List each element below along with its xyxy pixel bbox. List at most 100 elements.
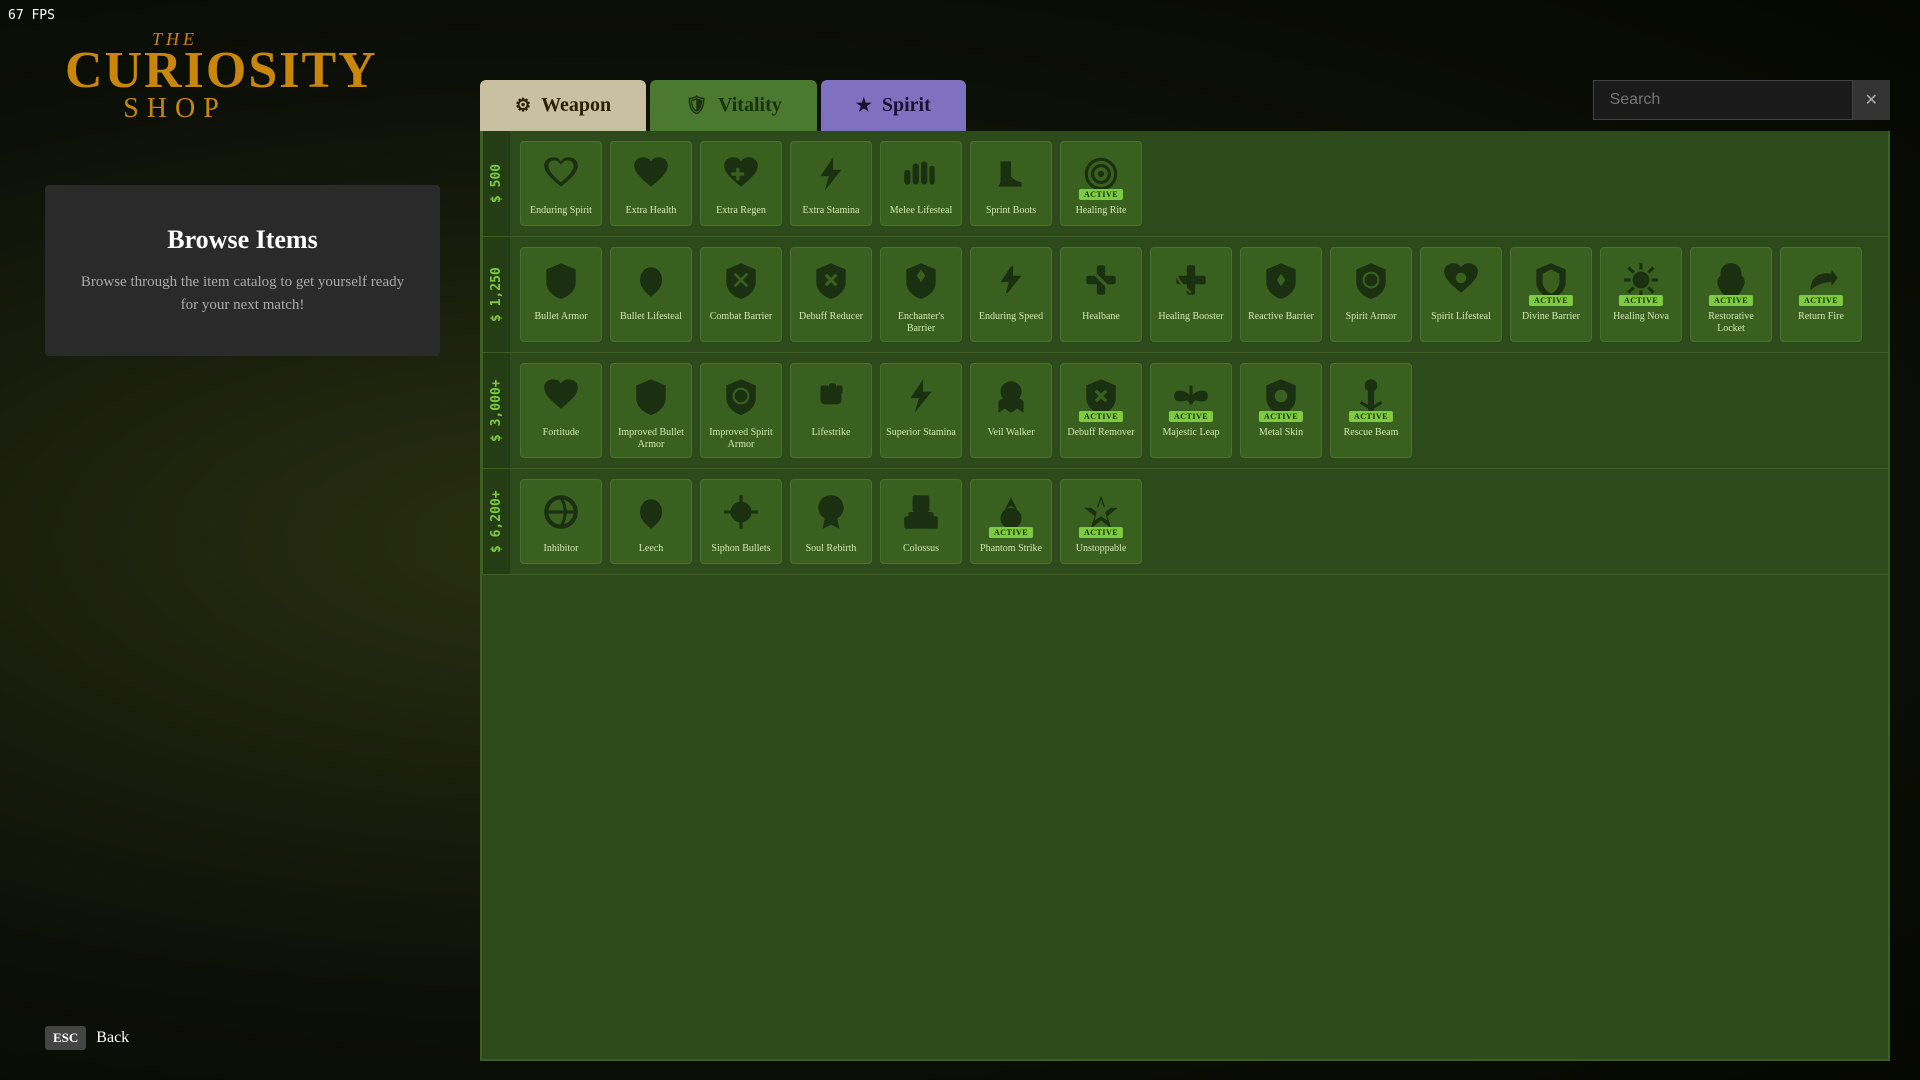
item-name: Enduring Speed bbox=[979, 311, 1043, 323]
item-card[interactable]: Lifestrike bbox=[790, 363, 872, 458]
item-name: Debuff Reducer bbox=[799, 311, 863, 323]
item-icon-area bbox=[715, 148, 767, 200]
item-card[interactable]: Colossus bbox=[880, 479, 962, 564]
item-card[interactable]: ACTIVERescue Beam bbox=[1330, 363, 1412, 458]
item-icon-area bbox=[895, 254, 947, 306]
price-row-1: $ 1,250Bullet ArmorBullet LifestealComba… bbox=[482, 237, 1888, 353]
item-name: Healing Rite bbox=[1076, 205, 1127, 217]
weapon-tab-icon: ⚙ bbox=[515, 95, 531, 116]
item-icon-area bbox=[895, 370, 947, 422]
item-card[interactable]: Spirit Lifesteal bbox=[1420, 247, 1502, 342]
browse-panel: Browse Items Browse through the item cat… bbox=[45, 185, 440, 356]
item-card[interactable]: Combat Barrier bbox=[700, 247, 782, 342]
item-card[interactable]: Bullet Lifesteal bbox=[610, 247, 692, 342]
item-icon-area bbox=[895, 148, 947, 200]
item-card[interactable]: Improved Bullet Armor bbox=[610, 363, 692, 458]
item-card[interactable]: Improved Spirit Armor bbox=[700, 363, 782, 458]
item-icon-area bbox=[1075, 254, 1127, 306]
item-name: Enchanter's Barrier bbox=[885, 311, 957, 335]
item-name: Spirit Armor bbox=[1346, 311, 1397, 323]
item-icon-area bbox=[535, 254, 587, 306]
item-name: Healing Booster bbox=[1158, 311, 1223, 323]
item-icon-area: ACTIVE bbox=[1075, 370, 1127, 422]
item-card[interactable]: ACTIVEHealing Nova bbox=[1600, 247, 1682, 342]
item-card[interactable]: ACTIVEReturn Fire bbox=[1780, 247, 1862, 342]
item-card[interactable]: Soul Rebirth bbox=[790, 479, 872, 564]
item-icon-area: ACTIVE bbox=[1255, 370, 1307, 422]
item-card[interactable]: Extra Regen bbox=[700, 141, 782, 226]
item-card[interactable]: Enduring Spirit bbox=[520, 141, 602, 226]
item-name: Debuff Remover bbox=[1067, 427, 1134, 439]
item-card[interactable]: Siphon Bullets bbox=[700, 479, 782, 564]
item-card[interactable]: ACTIVE Debuff Remover bbox=[1060, 363, 1142, 458]
item-icon-area: ACTIVE bbox=[1165, 370, 1217, 422]
item-icon-area: ACTIVE bbox=[1075, 486, 1127, 538]
item-icon-area bbox=[715, 486, 767, 538]
item-name: Unstoppable bbox=[1076, 543, 1127, 555]
item-card[interactable]: Healbane bbox=[1060, 247, 1142, 342]
item-card[interactable]: ACTIVERestorative Locket bbox=[1690, 247, 1772, 342]
item-card[interactable]: Spirit Armor bbox=[1330, 247, 1412, 342]
active-badge: ACTIVE bbox=[1079, 411, 1123, 422]
price-label-2: $ 3,000+ bbox=[482, 353, 510, 468]
item-name: Melee Lifesteal bbox=[890, 205, 952, 217]
item-card[interactable]: ACTIVEPhantom Strike bbox=[970, 479, 1052, 564]
item-card[interactable]: Extra Health bbox=[610, 141, 692, 226]
item-card[interactable]: ACTIVEMajestic Leap bbox=[1150, 363, 1232, 458]
item-icon-area bbox=[805, 370, 857, 422]
item-name: Extra Health bbox=[626, 205, 677, 217]
item-card[interactable]: Superior Stamina bbox=[880, 363, 962, 458]
item-name: Lifestrike bbox=[812, 427, 851, 439]
item-icon-area bbox=[805, 148, 857, 200]
item-card[interactable]: Fortitude bbox=[520, 363, 602, 458]
price-row-3: $ 6,200+InhibitorLeechSiphon BulletsSoul… bbox=[482, 469, 1888, 575]
item-icon-area bbox=[535, 370, 587, 422]
spirit-tab-icon: ★ bbox=[856, 95, 872, 116]
item-card[interactable]: ACTIVEDivine Barrier bbox=[1510, 247, 1592, 342]
item-icon-area: ACTIVE bbox=[1525, 254, 1577, 306]
esc-back[interactable]: ESC Back bbox=[45, 1026, 129, 1050]
item-card[interactable]: Leech bbox=[610, 479, 692, 564]
item-card[interactable]: Inhibitor bbox=[520, 479, 602, 564]
item-card[interactable]: Enduring Speed bbox=[970, 247, 1052, 342]
active-badge: ACTIVE bbox=[1079, 189, 1123, 200]
item-card[interactable]: ACTIVE Metal Skin bbox=[1240, 363, 1322, 458]
item-name: Leech bbox=[639, 543, 663, 555]
item-name: Extra Stamina bbox=[803, 205, 860, 217]
item-name: Sprint Boots bbox=[986, 205, 1036, 217]
item-icon-area: ACTIVE bbox=[1795, 254, 1847, 306]
item-card[interactable]: Extra Stamina bbox=[790, 141, 872, 226]
price-row-0: $ 500Enduring SpiritExtra HealthExtra Re… bbox=[482, 131, 1888, 237]
active-badge: ACTIVE bbox=[1799, 295, 1843, 306]
item-icon-area bbox=[625, 486, 677, 538]
fps-counter: 67 FPS bbox=[8, 8, 55, 23]
active-badge: ACTIVE bbox=[1529, 295, 1573, 306]
item-card[interactable]: Debuff Reducer bbox=[790, 247, 872, 342]
active-badge: ACTIVE bbox=[1259, 411, 1303, 422]
item-card[interactable]: ACTIVE Healing Rite bbox=[1060, 141, 1142, 226]
item-card[interactable]: ACTIVE Unstoppable bbox=[1060, 479, 1142, 564]
tab-vitality[interactable]: 🛡 Vitality bbox=[650, 80, 817, 131]
search-input[interactable] bbox=[1593, 80, 1853, 120]
item-card[interactable]: Bullet Armor bbox=[520, 247, 602, 342]
item-card[interactable]: Veil Walker bbox=[970, 363, 1052, 458]
item-name: Extra Regen bbox=[716, 205, 766, 217]
item-card[interactable]: Reactive Barrier bbox=[1240, 247, 1322, 342]
item-card[interactable]: Enchanter's Barrier bbox=[880, 247, 962, 342]
esc-key[interactable]: ESC bbox=[45, 1026, 86, 1050]
tab-weapon[interactable]: ⚙ Weapon bbox=[480, 80, 646, 131]
item-icon-area bbox=[1345, 254, 1397, 306]
item-card[interactable]: Healing Booster bbox=[1150, 247, 1232, 342]
item-icon-area bbox=[715, 254, 767, 306]
item-icon-area bbox=[985, 254, 1037, 306]
item-name: Enduring Spirit bbox=[530, 205, 592, 217]
item-name: Metal Skin bbox=[1259, 427, 1303, 439]
tab-spirit[interactable]: ★ Spirit bbox=[821, 80, 966, 131]
item-name: Inhibitor bbox=[544, 543, 579, 555]
items-row-0: Enduring Spirit Extra Health Extra Regen Ex… bbox=[510, 131, 1888, 236]
item-card[interactable]: Melee Lifesteal bbox=[880, 141, 962, 226]
logo: THE CURIOSITY SHOP bbox=[65, 30, 285, 123]
item-card[interactable]: Sprint Boots bbox=[970, 141, 1052, 226]
search-close-button[interactable]: ✕ bbox=[1853, 80, 1890, 120]
items-row-1: Bullet ArmorBullet LifestealCombat Barri… bbox=[510, 237, 1888, 352]
